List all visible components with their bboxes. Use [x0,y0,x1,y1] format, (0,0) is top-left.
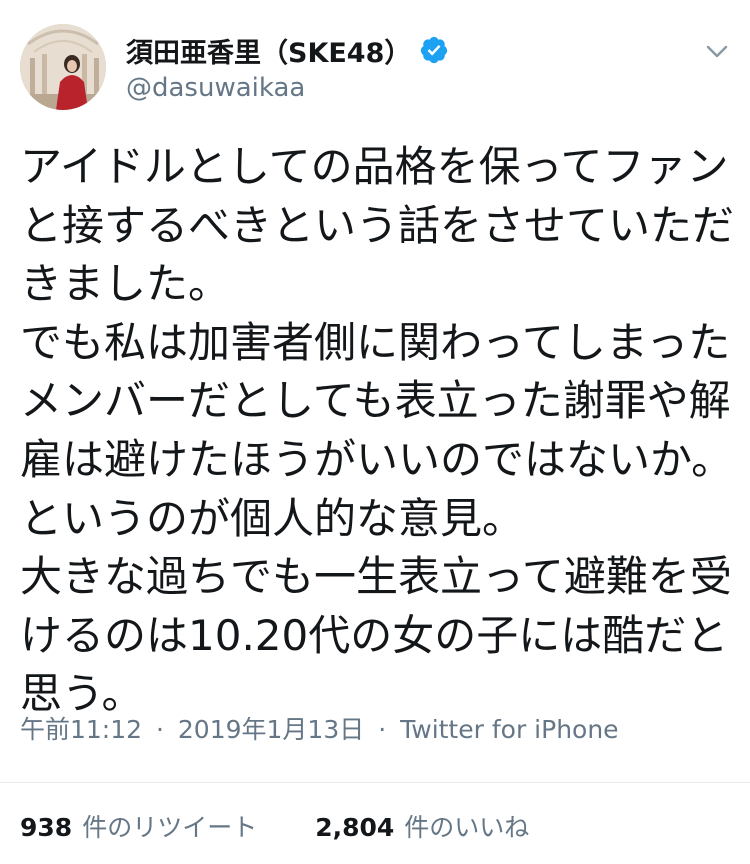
profile-photo-icon [20,24,106,110]
chevron-down-icon[interactable] [704,38,730,64]
tweet-date[interactable]: 2019年1月13日 [178,715,364,744]
tweet-line: でも私は加害者側に関わってしまった [20,317,731,367]
tweet-line: メンバーだとしても表立った謝罪や解 [20,376,731,426]
retweets-stat[interactable]: 938 件のリツイート [20,808,257,844]
tweet-line: 雇は避けたほうがいいのではないか。 [20,434,734,484]
retweets-label: 件のリツイート [82,813,258,842]
tweet-line: というのが個人的な意見。 [20,493,525,543]
meta-separator: · [378,715,387,744]
likes-stat[interactable]: 2,804 件のいいね [315,808,529,844]
tweet-line: けるのは10.20代の女の子には酷だと [20,610,729,660]
likes-label: 件のいいね [404,813,530,842]
tweet-line: アイドルとしての品格を保ってファン [20,142,729,191]
meta-separator: · [156,715,164,744]
verified-badge-icon [419,35,449,65]
tweet-source-link[interactable]: Twitter for iPhone [400,715,618,744]
retweets-count: 938 [20,813,73,842]
tweet-meta: 午前11:12 · 2019年1月13日 · Twitter for iPhon… [20,710,619,746]
user-name-row[interactable]: 須田亜香里（SKE48） [126,31,449,70]
tweet-time: 午前11:12 [20,715,143,744]
avatar[interactable] [20,24,106,110]
user-handle[interactable]: @dasuwaikaa [126,73,305,103]
tweet-line: と接するべきという話をさせていただ [20,200,735,250]
divider [0,782,750,783]
tweet-line: きました。 [20,259,231,309]
tweet-line: 大きな過ちでも一生表立って避難を受 [20,552,732,602]
likes-count: 2,804 [315,813,395,842]
display-name[interactable]: 須田亜香里（SKE48） [126,31,411,70]
tweet-stats: 938 件のリツイート 2,804 件のいいね [20,808,529,844]
tweet-text: アイドルとしての品格を保ってファン と接するべきという話をさせていただ きました… [20,138,736,724]
